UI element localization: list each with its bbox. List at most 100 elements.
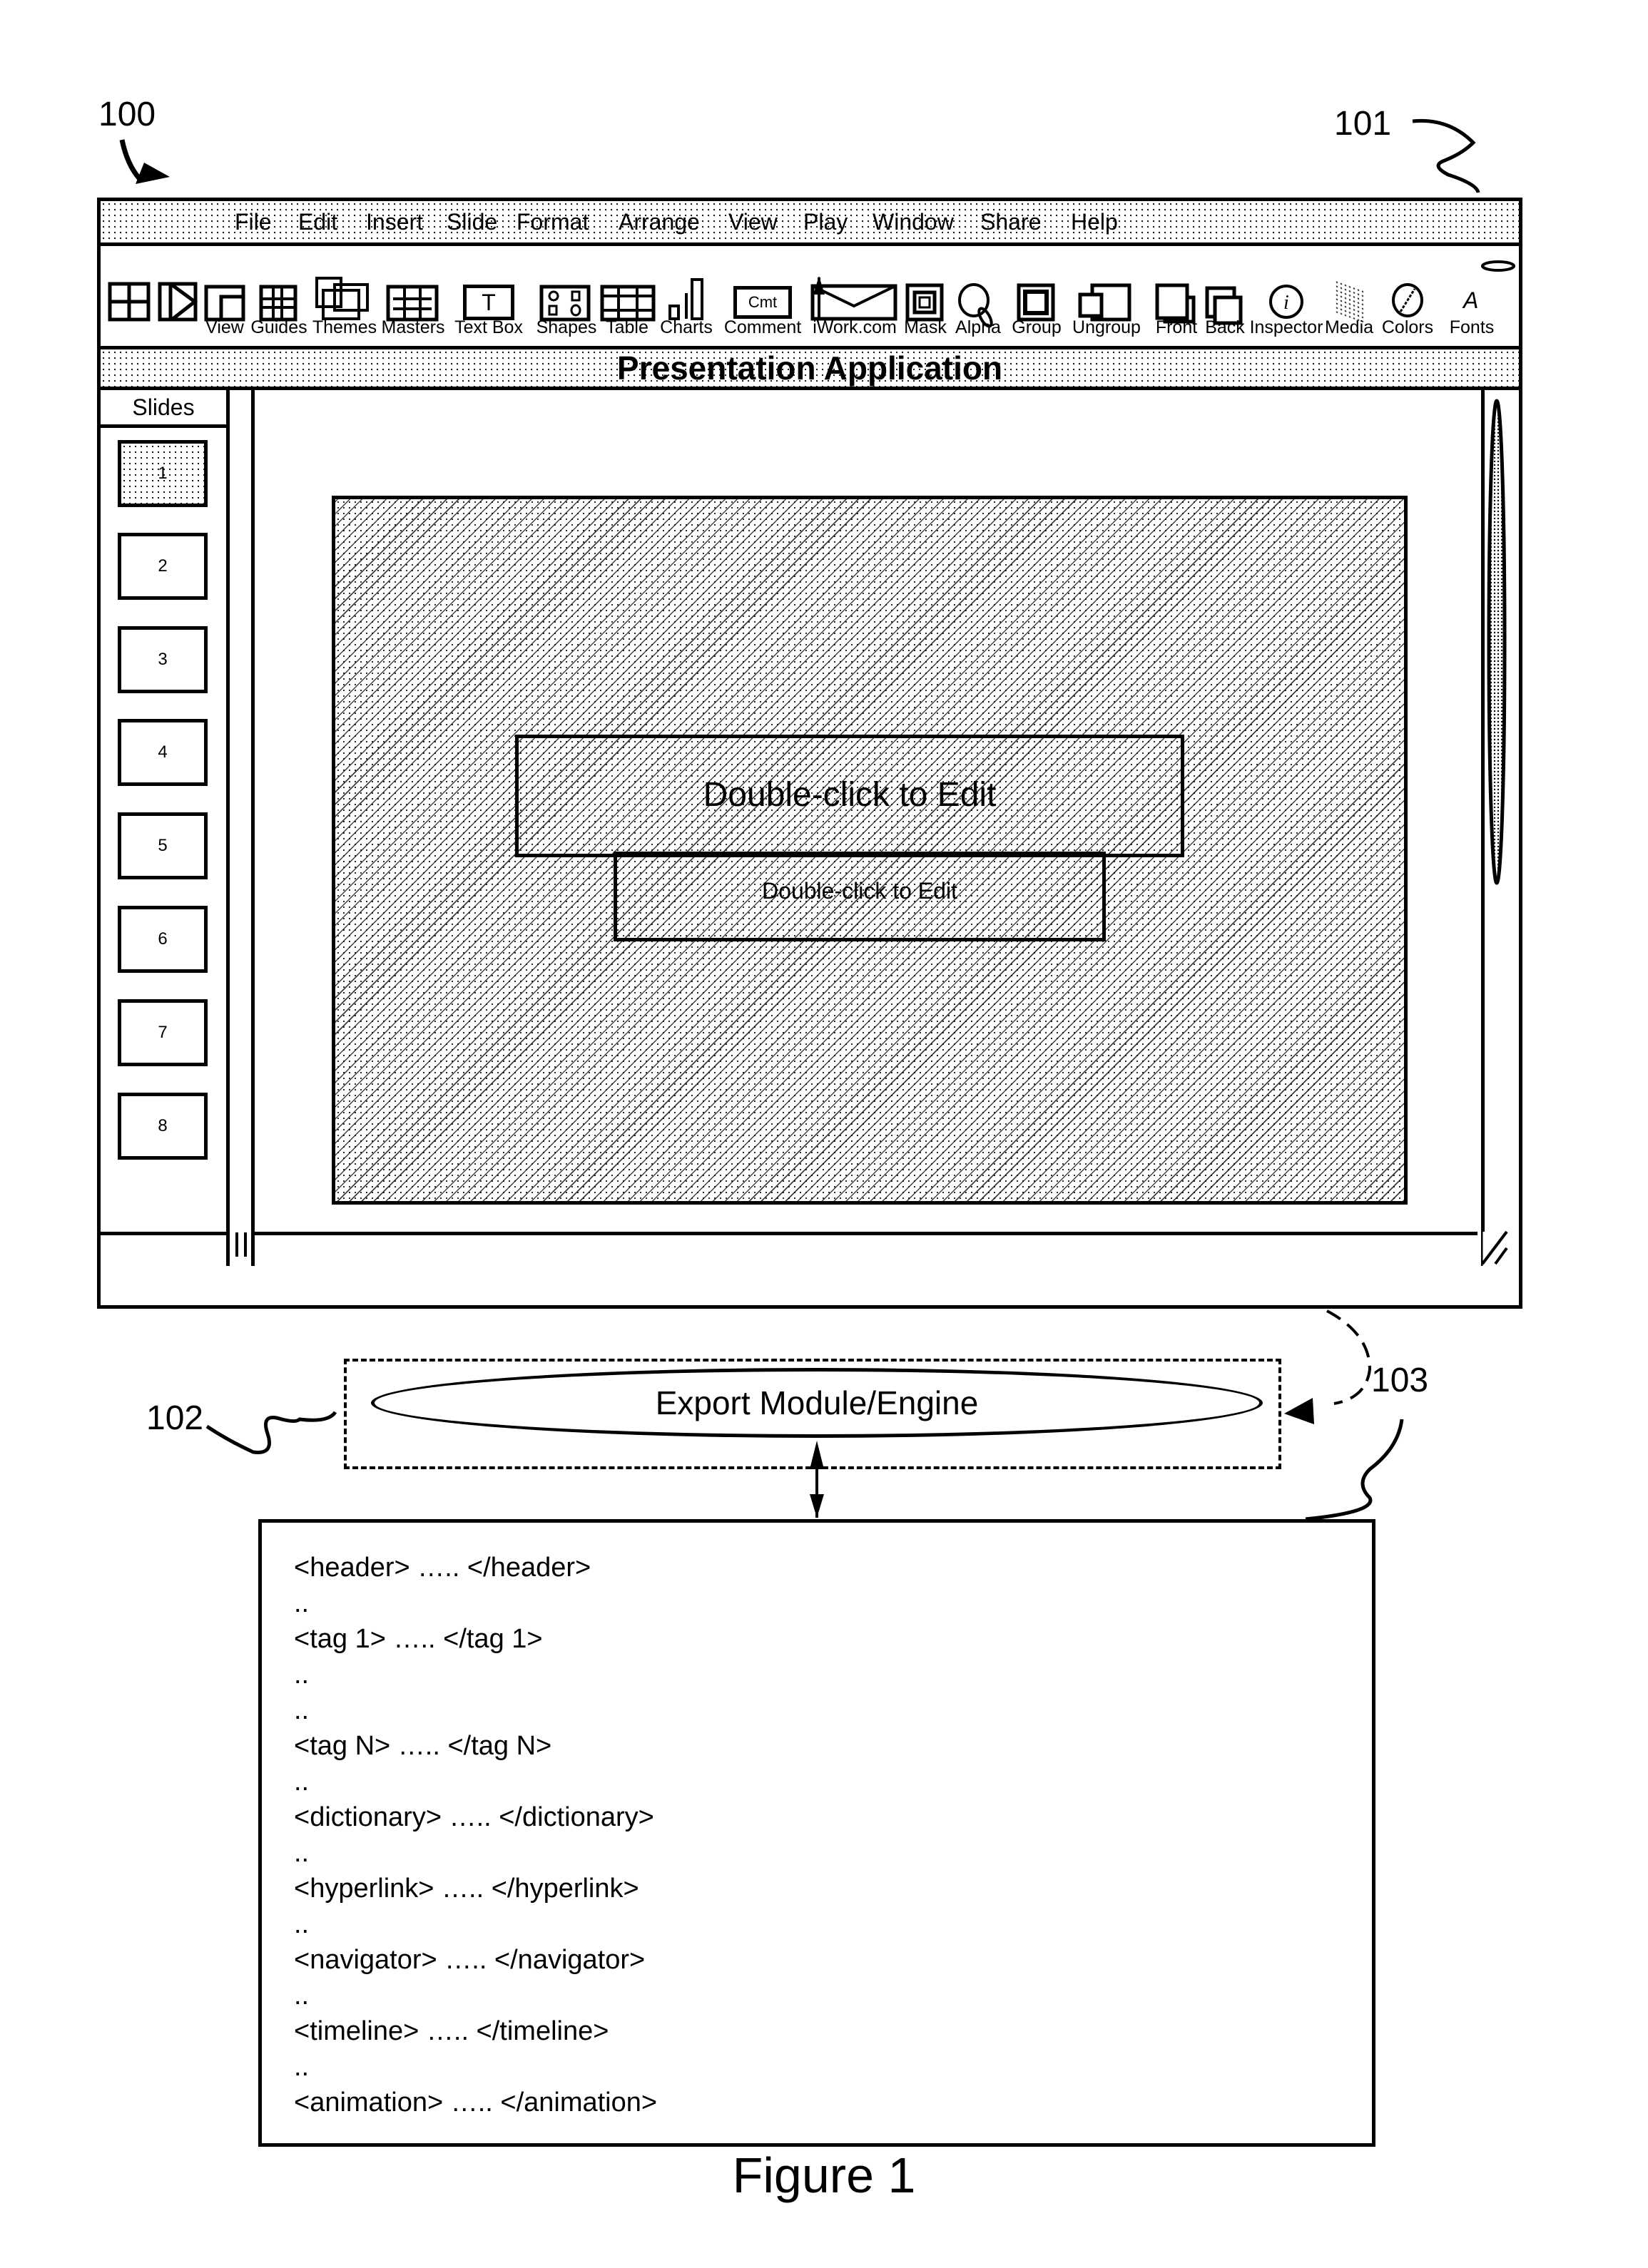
- panel-splitter[interactable]: [230, 390, 255, 1232]
- resize-corner-icon[interactable]: [1481, 1228, 1508, 1266]
- slide-number: 8: [158, 1116, 168, 1135]
- toolbar-toggle-icon[interactable]: [1480, 259, 1517, 273]
- toolbar-label-inspector: Inspector: [1249, 317, 1323, 337]
- figure-caption: Figure 1: [732, 2147, 916, 2203]
- ref-100-arrowhead: [136, 163, 170, 184]
- menu-play[interactable]: Play: [803, 209, 848, 235]
- toolbar-label-back: Back: [1205, 317, 1245, 337]
- doc-line-tag-n: <tag N> ….. </tag N>: [294, 1731, 552, 1761]
- svg-text:i: i: [1283, 292, 1289, 314]
- menu-file[interactable]: File: [235, 209, 272, 235]
- doc-line-navigator: <navigator> ….. </navigator>: [294, 1945, 646, 1975]
- toolbar-label-mask: Mask: [904, 317, 947, 337]
- toolbar-label-comment: Comment: [723, 317, 802, 337]
- iwork-share-icon: [810, 276, 897, 321]
- subtitle-placeholder-text: Double-click to Edit: [762, 878, 957, 904]
- window-to-export-dashed-connector: [1326, 1309, 1372, 1405]
- toolbar-label-masters: Masters: [381, 317, 445, 337]
- themes-icon: [315, 277, 369, 320]
- comment-icon: Cmt: [733, 286, 792, 319]
- slide-number: 4: [158, 742, 168, 762]
- doc-line-ellipsis: ..: [294, 1838, 310, 1868]
- masters-icon: [386, 285, 439, 322]
- vertical-scrollbar[interactable]: [1481, 390, 1512, 1232]
- table-icon: [600, 285, 656, 322]
- inspector-icon: i: [1269, 285, 1303, 319]
- slide-editor[interactable]: Double-click to Edit Double-click to Edi…: [332, 496, 1408, 1205]
- toolbar-label-iwork: iWork.com: [813, 317, 897, 337]
- media-icon: [1335, 279, 1363, 323]
- slides-navigator-panel: Slides 1 2 3 4 5 6 7 8: [101, 390, 230, 1232]
- slide-number: 6: [158, 929, 168, 949]
- export-module-engine: Export Module/Engine: [371, 1368, 1263, 1438]
- menu-format[interactable]: Format: [517, 209, 589, 235]
- view-icon: [204, 285, 245, 322]
- group-icon: [1017, 283, 1055, 322]
- scrollbar-thumb[interactable]: [1486, 396, 1507, 888]
- toolbar: View Guides Themes Masters T Text Box Sh…: [101, 246, 1519, 349]
- doc-line-ellipsis: ..: [294, 1767, 310, 1797]
- slide-thumbnail-1[interactable]: 1: [118, 440, 208, 507]
- toolbar-label-front: Front: [1155, 317, 1198, 337]
- slide-number: 2: [158, 556, 168, 576]
- doc-line-header: <header> ….. </header>: [294, 1553, 591, 1583]
- window-title-bar: Presentation Application: [101, 349, 1519, 390]
- toolbar-label-table: Table: [606, 317, 648, 337]
- menu-share[interactable]: Share: [980, 209, 1041, 235]
- menu-edit[interactable]: Edit: [298, 209, 337, 235]
- slide-thumbnail-5[interactable]: 5: [118, 812, 208, 879]
- layout-grid-icon: [108, 282, 151, 322]
- menu-insert[interactable]: Insert: [366, 209, 423, 235]
- toolbar-label-media: Media: [1324, 317, 1374, 337]
- toolbar-label-shapes: Shapes: [536, 317, 597, 337]
- slide-number: 1: [158, 464, 168, 483]
- toolbar-label-charts: Charts: [660, 317, 713, 337]
- slides-panel-footer: [101, 1232, 230, 1266]
- ref-102-leader: [205, 1411, 337, 1454]
- slide-number: 5: [158, 836, 168, 855]
- guides-icon: [259, 285, 297, 322]
- doc-line-dictionary: <dictionary> ….. </dictionary>: [294, 1802, 654, 1832]
- doc-line-ellipsis: ..: [294, 1660, 310, 1690]
- toolbar-label-themes: Themes: [312, 317, 377, 337]
- export-module-label: Export Module/Engine: [655, 1384, 979, 1421]
- ref-103-leader: [1305, 1419, 1404, 1521]
- menu-arrange[interactable]: Arrange: [619, 209, 700, 235]
- charts-icon: [668, 278, 703, 320]
- window-title: Presentation Application: [616, 349, 1003, 387]
- doc-line-timeline: <timeline> ….. </timeline>: [294, 2016, 609, 2046]
- text-box-icon: T: [463, 285, 514, 320]
- ref-101-leader: [1412, 118, 1480, 193]
- title-placeholder-text: Double-click to Edit: [703, 776, 997, 814]
- doc-line-ellipsis: ..: [294, 1909, 310, 1939]
- title-placeholder[interactable]: Double-click to Edit: [515, 735, 1184, 857]
- doc-line-ellipsis: ..: [294, 1588, 310, 1618]
- slide-thumbnail-8[interactable]: 8: [118, 1093, 208, 1160]
- toolbar-label-colors: Colors: [1381, 317, 1434, 337]
- toolbar-label-ungroup: Ungroup: [1072, 317, 1141, 337]
- doc-line-ellipsis: ..: [294, 2052, 310, 2082]
- slide-thumbnail-3[interactable]: 3: [118, 626, 208, 693]
- fonts-icon: A: [1463, 287, 1479, 313]
- slide-number: 7: [158, 1023, 168, 1042]
- menu-window[interactable]: Window: [873, 209, 954, 235]
- slides-panel-header: Slides: [101, 390, 226, 428]
- slide-thumbnail-2[interactable]: 2: [118, 533, 208, 600]
- play-slideshow-icon: [158, 282, 198, 322]
- slide-number: 3: [158, 650, 168, 669]
- horizontal-scrollbar[interactable]: [255, 1232, 1477, 1266]
- subtitle-placeholder[interactable]: Double-click to Edit: [614, 852, 1106, 941]
- menu-help[interactable]: Help: [1071, 209, 1118, 235]
- slide-thumbnail-7[interactable]: 7: [118, 999, 208, 1066]
- ref-100-arrow-line: [119, 139, 141, 180]
- slide-thumbnail-4[interactable]: 4: [118, 719, 208, 786]
- bottom-status-bar: [101, 1228, 1519, 1305]
- menu-slide[interactable]: Slide: [447, 209, 497, 235]
- menu-bar: File Edit Insert Slide Format Arrange Vi…: [101, 201, 1519, 246]
- slide-thumbnail-6[interactable]: 6: [118, 906, 208, 973]
- menu-view[interactable]: View: [728, 209, 778, 235]
- doc-line-tag-1: <tag 1> ….. </tag 1>: [294, 1624, 543, 1654]
- doc-line-animation: <animation> ….. </animation>: [294, 2088, 658, 2118]
- splitter-grip[interactable]: [230, 1228, 255, 1266]
- toolbar-label-alpha: Alpha: [955, 317, 1001, 337]
